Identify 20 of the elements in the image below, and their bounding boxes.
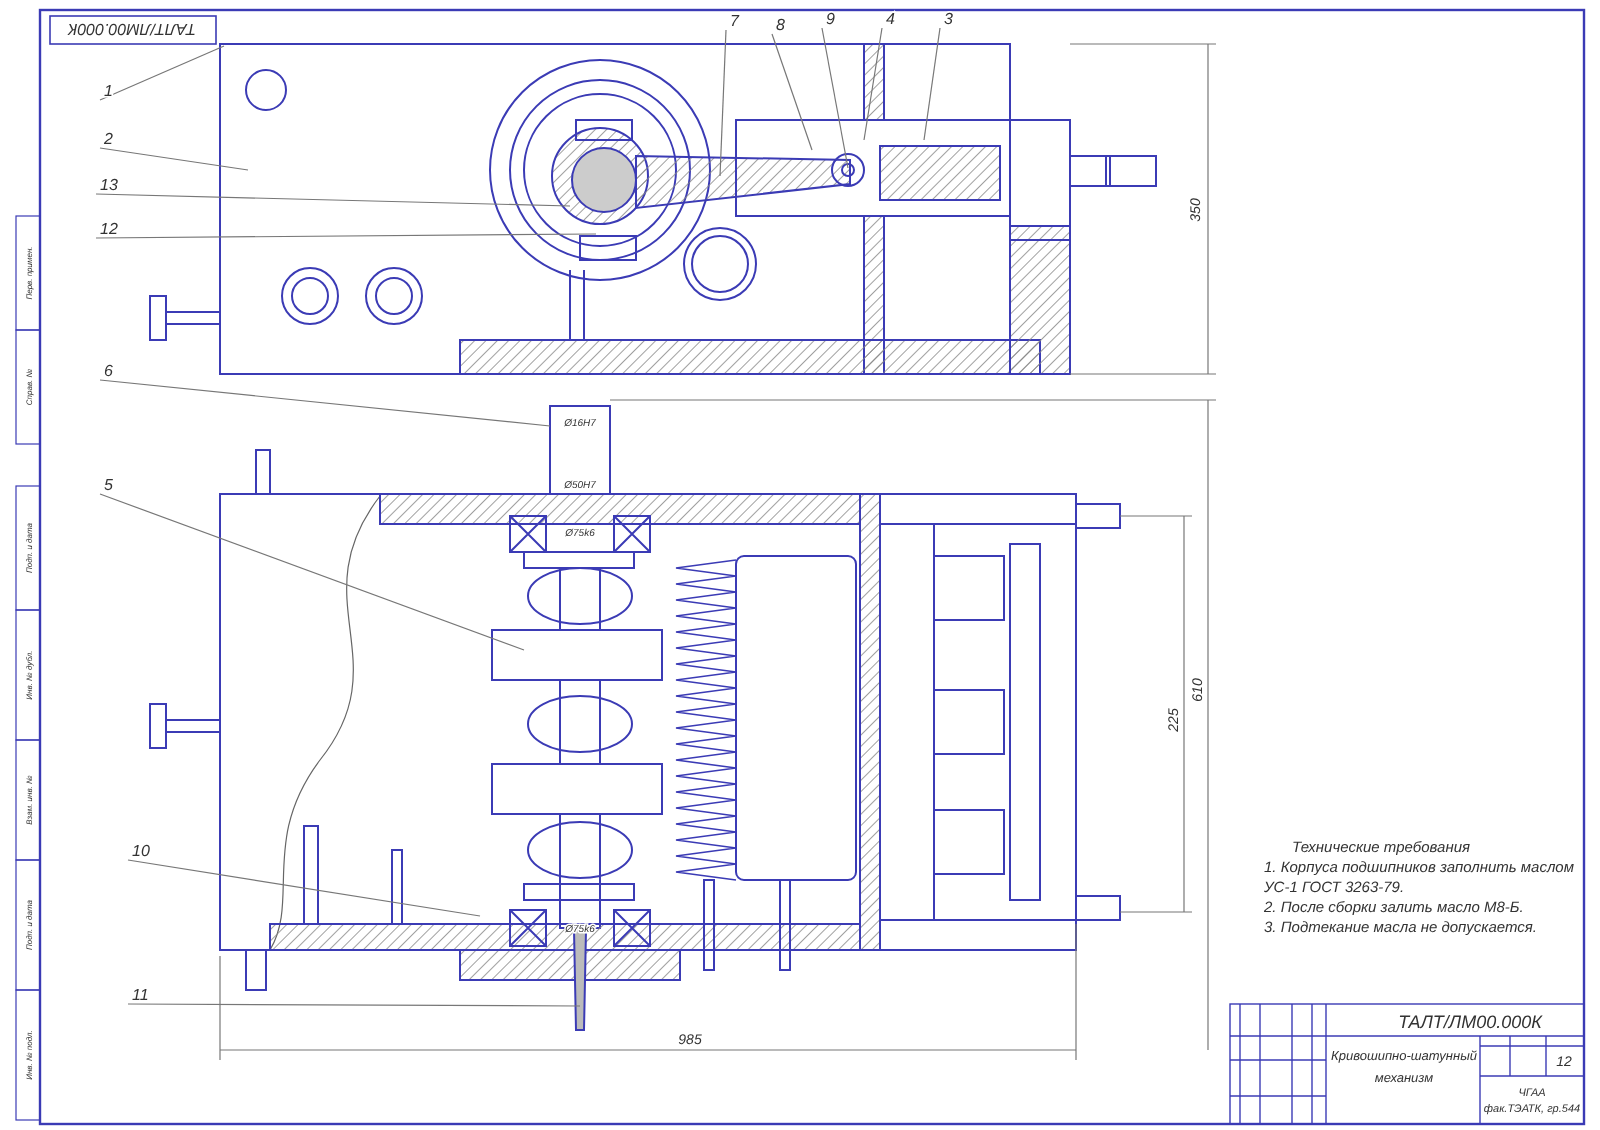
callout-number: 7	[730, 12, 739, 30]
callout-number: 6	[104, 362, 113, 380]
callout-number: 3	[944, 10, 953, 28]
leader-line	[99, 45, 225, 101]
callout-number: 13	[100, 176, 118, 194]
callout-number: 4	[886, 10, 895, 28]
callout-number: 8	[776, 16, 785, 34]
leader-line	[771, 33, 813, 151]
callout-number: 1	[104, 82, 113, 100]
callout-number: 12	[100, 220, 118, 238]
leader-line	[923, 27, 941, 141]
callout-number: 5	[104, 476, 113, 494]
drawing-designation: ТАЛТ/ЛМ00.000К	[1398, 1012, 1542, 1032]
leader-line	[821, 27, 849, 169]
callout-number: 10	[132, 842, 150, 860]
leader-line	[863, 27, 883, 141]
callout-number: 11	[132, 986, 149, 1004]
callout-number: 2	[104, 130, 113, 148]
callout-number: 9	[826, 10, 835, 28]
stamp-code: ТАЛТ/ЛМ00.000К	[68, 20, 196, 38]
